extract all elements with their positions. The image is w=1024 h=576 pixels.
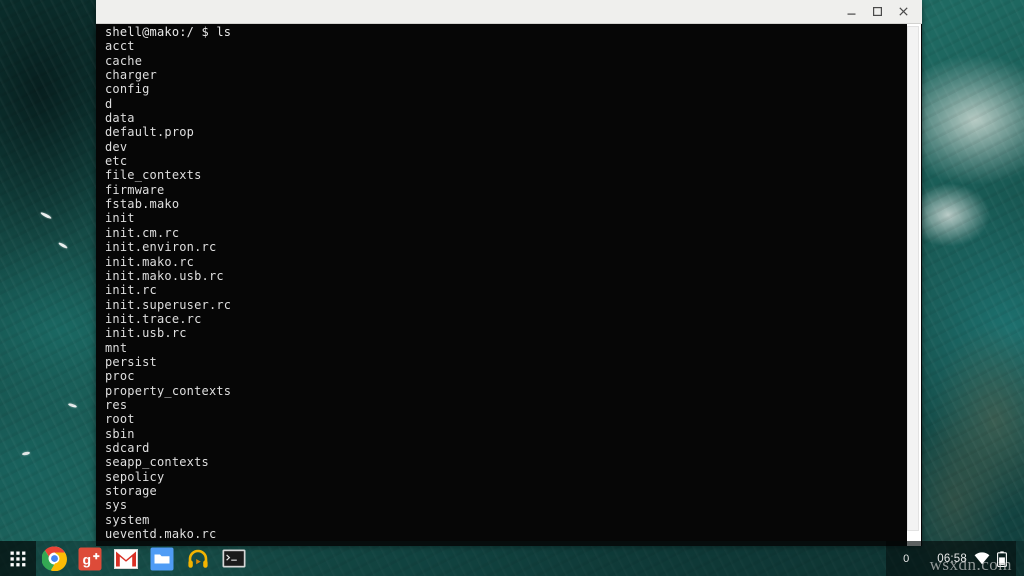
google-plus-icon: g: [78, 547, 102, 571]
chrome-icon: [42, 546, 67, 571]
minimize-button[interactable]: [838, 1, 864, 23]
shelf-app-list: g: [0, 541, 252, 576]
svg-text:g: g: [83, 551, 92, 567]
terminal-output-line: init.mako.usb.rc: [105, 269, 900, 283]
terminal-prompt-line: shell@mako:/ $ ls: [105, 25, 900, 39]
shelf-item-app-launcher[interactable]: [0, 541, 36, 576]
terminal-output-line: root: [105, 412, 900, 426]
close-button[interactable]: [890, 1, 916, 23]
terminal-output-line: init.superuser.rc: [105, 298, 900, 312]
terminal-output-line: sepolicy: [105, 470, 900, 484]
wallpaper-boat: [58, 242, 68, 250]
files-folder-icon: [150, 547, 174, 571]
terminal-output-line: etc: [105, 154, 900, 168]
system-tray[interactable]: 06:58: [926, 541, 1016, 576]
grid-launcher-icon: [9, 550, 27, 568]
terminal-output-line: ueventd.mako.rc: [105, 527, 900, 541]
shelf-item-play-music[interactable]: [180, 541, 216, 576]
terminal-output-line: mnt: [105, 341, 900, 355]
terminal-output-line: init.trace.rc: [105, 312, 900, 326]
scrollbar-track[interactable]: [907, 24, 921, 546]
wallpaper-boat: [40, 211, 52, 219]
terminal-output-line: data: [105, 111, 900, 125]
terminal-scrollbar[interactable]: [906, 24, 922, 546]
terminal-output-line: storage: [105, 484, 900, 498]
terminal-output-line: init.rc: [105, 283, 900, 297]
terminal-output-line: persist: [105, 355, 900, 369]
wallpaper-boat: [22, 451, 30, 456]
terminal-output-line: dev: [105, 140, 900, 154]
terminal-output-line: file_contexts: [105, 168, 900, 182]
terminal-output-line: sys: [105, 498, 900, 512]
gmail-icon: [114, 549, 138, 569]
window-titlebar[interactable]: [96, 0, 922, 24]
shelf-item-terminal[interactable]: [216, 541, 252, 576]
terminal-output-line: d: [105, 97, 900, 111]
terminal-output-line: sdcard: [105, 441, 900, 455]
terminal-output-line: acct: [105, 39, 900, 53]
terminal-output-line: charger: [105, 68, 900, 82]
terminal-output-line: init.cm.rc: [105, 226, 900, 240]
terminal-window[interactable]: shell@mako:/ $ lsacctcachechargerconfigd…: [96, 0, 922, 545]
screen-root: shell@mako:/ $ lsacctcachechargerconfigd…: [0, 0, 1024, 576]
headphones-icon: [186, 547, 210, 571]
terminal-output-line: firmware: [105, 183, 900, 197]
shelf-item-files[interactable]: [144, 541, 180, 576]
wallpaper-boat: [68, 403, 77, 409]
shelf-item-google-plus[interactable]: g: [72, 541, 108, 576]
clock-label: 06:58: [937, 553, 967, 565]
terminal-output-line: proc: [105, 369, 900, 383]
terminal-output-line: config: [105, 82, 900, 96]
taskbar: g: [0, 541, 1024, 576]
terminal-output-line: fstab.mako: [105, 197, 900, 211]
scrollbar-thumb[interactable]: [907, 26, 919, 531]
terminal-output-line: init.environ.rc: [105, 240, 900, 254]
notification-count-badge[interactable]: 0: [886, 541, 926, 576]
shelf-spacer: [252, 541, 886, 576]
maximize-icon: [872, 6, 883, 17]
terminal-output-line: property_contexts: [105, 384, 900, 398]
shelf-item-chrome[interactable]: [36, 541, 72, 576]
terminal-output-line: system: [105, 513, 900, 527]
battery-icon: [997, 551, 1007, 567]
minimize-icon: [846, 6, 857, 17]
status-area: 0 06:58: [886, 541, 1024, 576]
terminal-output-line: init.mako.rc: [105, 255, 900, 269]
terminal-output-line: res: [105, 398, 900, 412]
close-icon: [898, 6, 909, 17]
terminal-body[interactable]: shell@mako:/ $ lsacctcachechargerconfigd…: [96, 24, 922, 546]
shelf-item-gmail[interactable]: [108, 541, 144, 576]
terminal-output-line: seapp_contexts: [105, 455, 900, 469]
terminal-output-line: init.usb.rc: [105, 326, 900, 340]
terminal-output: shell@mako:/ $ lsacctcachechargerconfigd…: [105, 25, 900, 541]
maximize-button[interactable]: [864, 1, 890, 23]
wifi-icon: [974, 552, 990, 565]
terminal-output-line: init: [105, 211, 900, 225]
terminal-icon: [222, 549, 246, 568]
terminal-output-line: sbin: [105, 427, 900, 441]
terminal-output-line: default.prop: [105, 125, 900, 139]
terminal-output-line: cache: [105, 54, 900, 68]
